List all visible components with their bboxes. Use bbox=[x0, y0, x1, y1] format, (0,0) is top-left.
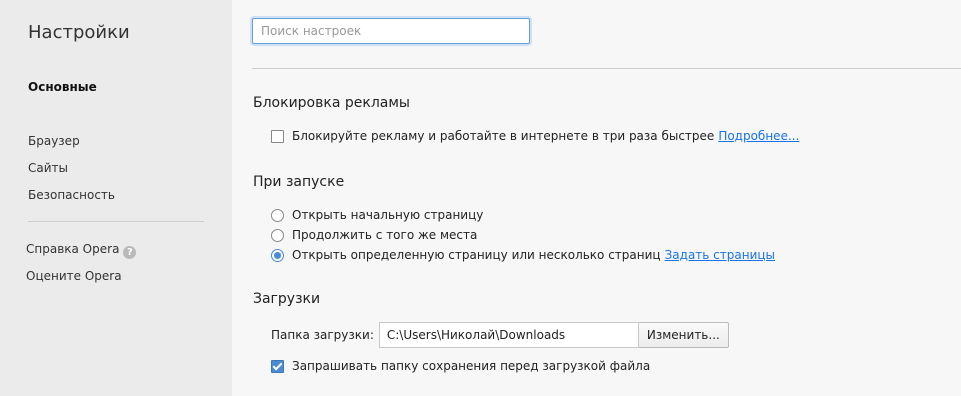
adblock-section-title: Блокировка рекламы bbox=[253, 95, 410, 111]
startup-section-title: При запуске bbox=[253, 174, 345, 190]
adblock-checkbox[interactable] bbox=[271, 129, 284, 143]
ask-folder-checkbox[interactable] bbox=[271, 359, 284, 373]
startup-option-row: Открыть определенную страницу или нескол… bbox=[271, 248, 775, 262]
sidebar-link-rate[interactable]: Оцените Opera bbox=[26, 269, 122, 283]
download-folder-row: Папка загрузки: C:\Users\Николай\Downloa… bbox=[271, 322, 729, 348]
adblock-row: Блокируйте рекламу и работайте в интерне… bbox=[271, 129, 799, 143]
help-link-label: Справка Opera bbox=[26, 242, 120, 256]
startup-option-label[interactable]: Продолжить с того же места bbox=[292, 228, 477, 242]
adblock-more-link[interactable]: Подробнее... bbox=[718, 129, 799, 143]
startup-option-row: Открыть начальную страницу bbox=[271, 208, 483, 222]
main-divider bbox=[252, 68, 961, 69]
startup-radio-continue[interactable] bbox=[271, 228, 284, 242]
sidebar: Настройки Основные Браузер Сайты Безопас… bbox=[0, 0, 232, 396]
set-pages-link[interactable]: Задать страницы bbox=[665, 248, 775, 262]
ask-folder-row: Запрашивать папку сохранения перед загру… bbox=[271, 359, 650, 373]
ask-folder-label[interactable]: Запрашивать папку сохранения перед загру… bbox=[292, 359, 650, 373]
download-folder-label: Папка загрузки: bbox=[271, 328, 374, 342]
download-folder-field[interactable]: C:\Users\Николай\Downloads bbox=[378, 322, 639, 348]
startup-radio-start-page[interactable] bbox=[271, 208, 284, 222]
sidebar-item-security[interactable]: Безопасность bbox=[28, 188, 115, 202]
search-input[interactable] bbox=[252, 18, 530, 44]
sidebar-item-sites[interactable]: Сайты bbox=[28, 161, 68, 175]
startup-radio-specific-pages[interactable] bbox=[271, 248, 284, 262]
help-icon: ? bbox=[123, 246, 137, 259]
change-folder-button[interactable]: Изменить... bbox=[638, 322, 729, 348]
downloads-section-title: Загрузки bbox=[253, 291, 321, 307]
startup-option-label[interactable]: Открыть начальную страницу bbox=[292, 208, 483, 222]
adblock-checkbox-label[interactable]: Блокируйте рекламу и работайте в интерне… bbox=[292, 129, 714, 143]
sidebar-item-browser[interactable]: Браузер bbox=[28, 134, 80, 148]
sidebar-title: Настройки bbox=[28, 22, 130, 43]
sidebar-link-help[interactable]: Справка Opera? bbox=[26, 242, 137, 259]
main-content: Блокировка рекламы Блокируйте рекламу и … bbox=[232, 0, 961, 396]
sidebar-divider bbox=[28, 221, 204, 222]
startup-option-row: Продолжить с того же места bbox=[271, 228, 477, 242]
startup-option-label[interactable]: Открыть определенную страницу или нескол… bbox=[292, 248, 661, 262]
sidebar-item-basic[interactable]: Основные bbox=[28, 80, 97, 94]
